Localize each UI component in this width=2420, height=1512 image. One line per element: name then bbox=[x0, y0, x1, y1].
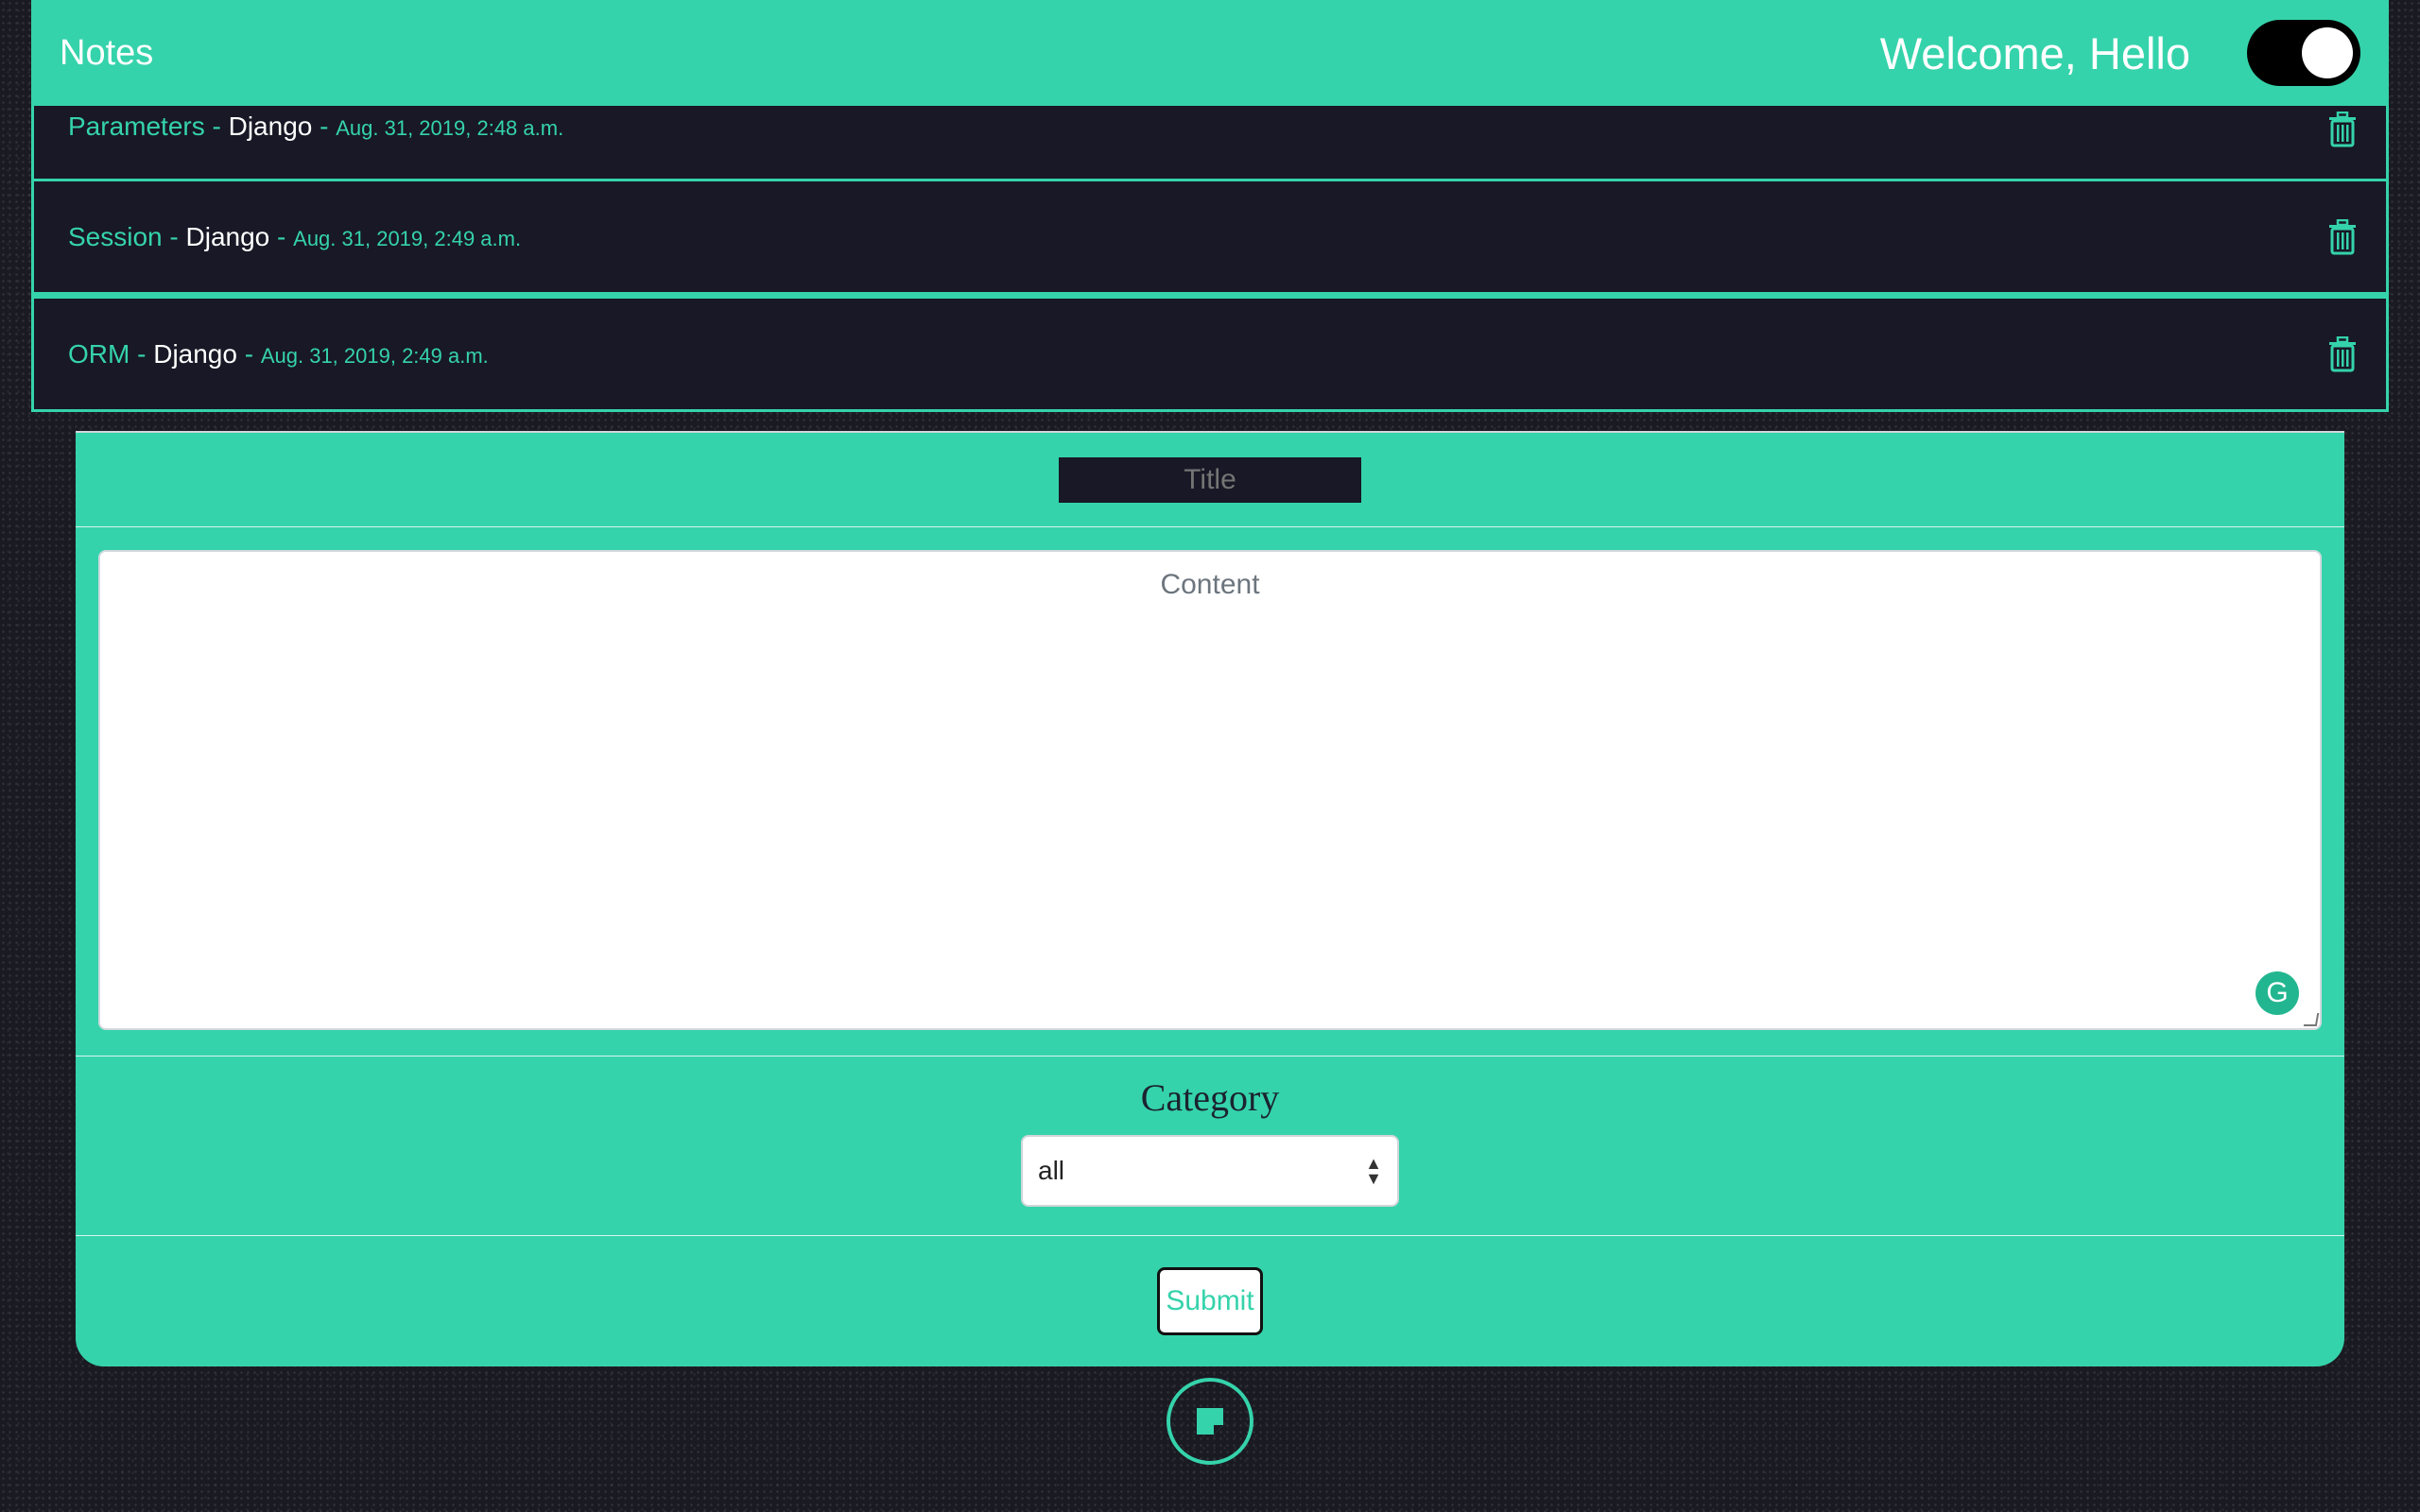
new-note-form: Content G Category all ▲▼ Submit bbox=[76, 433, 2344, 1366]
welcome-message: Welcome, Hello bbox=[1879, 27, 2190, 78]
note-category: Django bbox=[228, 112, 313, 141]
title-input[interactable] bbox=[1059, 456, 1361, 503]
note-title[interactable]: Session bbox=[68, 222, 163, 251]
category-row: Category all ▲ ▼ bbox=[76, 1057, 2344, 1236]
toggle-knob bbox=[2302, 27, 2353, 78]
submit-row: Submit bbox=[76, 1236, 2344, 1366]
note-separator: - bbox=[269, 221, 294, 251]
note-text: Session - Django - Aug. 31, 2019, 2:49 a… bbox=[68, 222, 521, 252]
brand-title[interactable]: Notes bbox=[60, 33, 153, 74]
sticky-note-icon bbox=[1197, 1408, 1223, 1435]
navbar-right: Welcome, Hello bbox=[1880, 20, 2360, 86]
note-separator: - bbox=[312, 112, 337, 141]
note-title[interactable]: ORM bbox=[68, 339, 130, 369]
note-date: Aug. 31, 2019, 2:49 a.m. bbox=[293, 226, 522, 250]
new-note-button[interactable] bbox=[1167, 1378, 1253, 1465]
note-date: Aug. 31, 2019, 2:48 a.m. bbox=[336, 116, 564, 140]
navbar: Notes Welcome, Hello bbox=[31, 0, 2389, 106]
note-item[interactable]: ORM - Django - Aug. 31, 2019, 2:49 a.m. bbox=[31, 295, 2389, 412]
note-separator: - bbox=[162, 221, 186, 251]
notes-list: Parameters - Django - Aug. 31, 2019, 2:4… bbox=[31, 106, 2389, 412]
select-arrows-icon: ▲ ▼ bbox=[1365, 1154, 1382, 1188]
note-item[interactable]: Parameters - Django - Aug. 31, 2019, 2:4… bbox=[31, 106, 2389, 181]
resize-handle-icon[interactable] bbox=[2303, 1013, 2320, 1026]
note-separator: - bbox=[204, 112, 229, 141]
note-separator: - bbox=[236, 338, 261, 369]
content-placeholder: Content bbox=[1160, 569, 1260, 600]
category-selected-value: all bbox=[1038, 1156, 1065, 1185]
note-date: Aug. 31, 2019, 2:49 a.m. bbox=[260, 343, 489, 368]
trash-icon[interactable] bbox=[2327, 335, 2358, 372]
title-row bbox=[76, 433, 2344, 527]
note-text: ORM - Django - Aug. 31, 2019, 2:49 a.m. bbox=[68, 339, 489, 369]
theme-toggle[interactable] bbox=[2247, 20, 2360, 86]
content-row: Content G bbox=[76, 527, 2344, 1057]
trash-icon[interactable] bbox=[2327, 112, 2358, 147]
note-category: Django bbox=[153, 338, 237, 369]
submit-button[interactable]: Submit bbox=[1157, 1267, 1263, 1335]
content-textarea[interactable]: Content G bbox=[98, 550, 2322, 1030]
trash-icon[interactable] bbox=[2327, 218, 2358, 255]
category-select[interactable]: all ▲ ▼ bbox=[1021, 1135, 1399, 1207]
note-title[interactable]: Parameters bbox=[68, 112, 205, 141]
grammarly-icon[interactable]: G bbox=[2256, 971, 2299, 1015]
note-text: Parameters - Django - Aug. 31, 2019, 2:4… bbox=[68, 112, 563, 142]
note-category: Django bbox=[185, 221, 270, 251]
category-label: Category bbox=[1140, 1076, 1280, 1119]
note-item[interactable]: Session - Django - Aug. 31, 2019, 2:49 a… bbox=[31, 181, 2389, 295]
note-separator: - bbox=[130, 338, 154, 369]
